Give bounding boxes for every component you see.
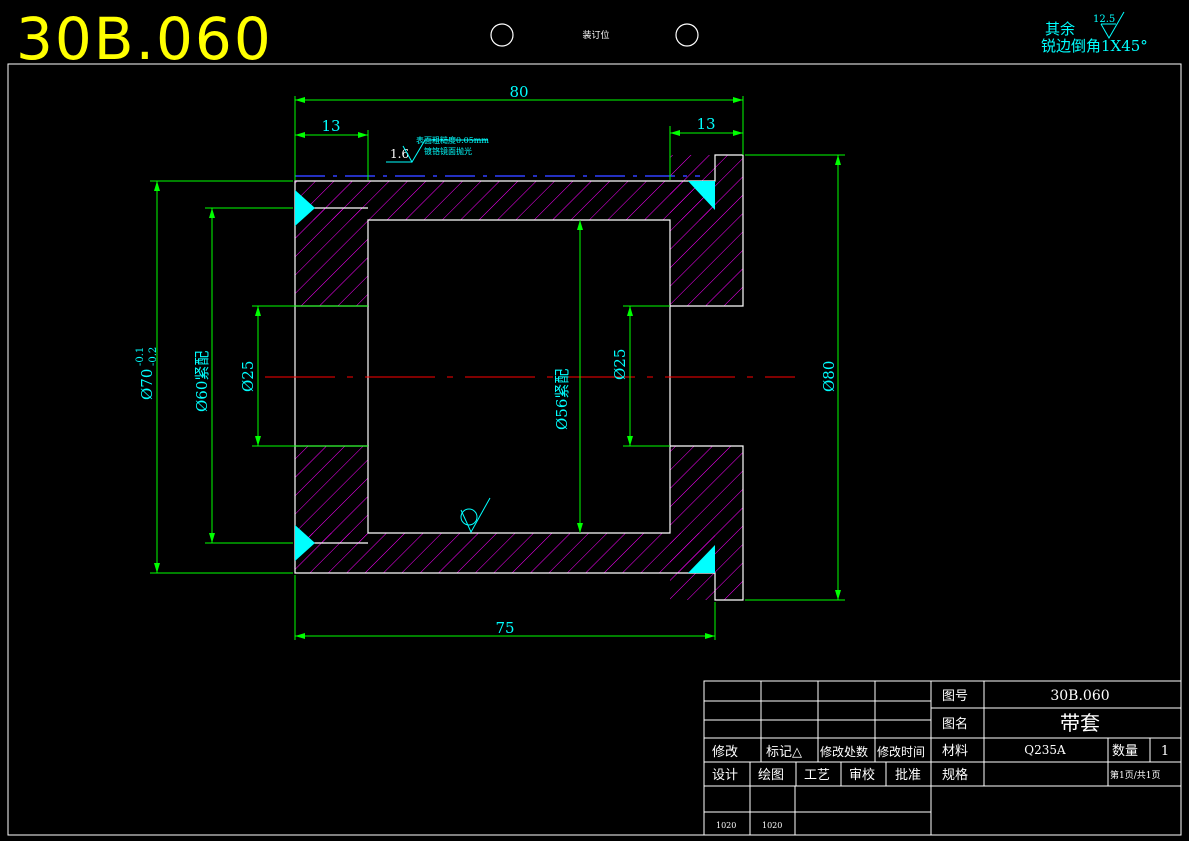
tb-material-label: 材料 [942,744,968,759]
dim-outer-tol-upper: -0.1 [135,347,146,366]
dim-right-flange: 13 [696,115,715,133]
binding-label: 装订位 [582,29,609,41]
dim-left-flange: 13 [321,117,340,135]
tb-mark-label: 标记△ [766,745,802,760]
hatch-right-upper [670,155,743,306]
tb-drawing-name-label: 图名 [942,716,968,732]
drawing-code-title: 30B.060 [16,5,273,73]
dim-outer-70: Ø70 [138,369,156,400]
part-section [265,154,795,601]
hatch-left-lower [295,446,368,543]
edge-chamfer-note: 锐边倒角1X45° [1041,37,1148,55]
dim-outer-tol-lower: -0.2 [148,347,159,366]
surface-roughness-value: 1.6 [390,147,409,161]
tb-drawing-no-label: 图号 [942,689,968,704]
tb-draw-label: 绘图 [758,768,784,783]
drawing-canvas: 装订位 其余 12.5 锐边倒角1X45° 80 13 13 75 Ø70 -0… [7,11,1182,836]
tb-design-label: 设计 [712,768,738,783]
tb-page-info: 第1页/共1页 [1110,769,1161,781]
binding-hole-left [490,23,514,47]
roughness-note-label: 其余 [1045,20,1075,38]
surface-note-line1: 表面粗糙度0.05mm [416,135,489,145]
tb-change-count-label: 修改处数 [820,744,868,759]
machining-symbol-icon [460,497,491,534]
dim-bore-25-right: Ø25 [611,349,629,380]
hatch-right-lower [670,446,743,600]
tb-change-label: 修改 [712,745,738,760]
hatch-left-upper [295,208,368,306]
tb-drawing-no: 30B.060 [1050,688,1109,704]
dim-bore-25-left: Ø25 [239,361,257,392]
roughness-note-value: 12.5 [1093,14,1115,25]
tb-approve-label: 批准 [895,768,921,783]
surface-note-line2: 镀铬镜面抛光 [424,146,472,156]
tb-quantity: 1 [1161,744,1169,759]
tb-review-label: 审校 [849,767,875,783]
drawing-frame [7,63,1182,836]
dim-bottom-length: 75 [495,619,514,637]
dim-flange-80: Ø80 [820,361,838,392]
dim-press-fit-60: Ø60紧配 [193,351,211,412]
tb-drawing-name: 带套 [1060,711,1100,735]
dim-press-fit-56: Ø56紧配 [553,369,571,430]
tb-quantity-label: 数量 [1112,744,1138,759]
tb-date-2: 1020 [762,821,782,830]
tb-process-label: 工艺 [804,768,830,783]
tb-spec-label: 规格 [942,767,968,783]
binding-hole-right [675,23,699,47]
dim-overall-length: 80 [509,83,528,101]
tb-date-1: 1020 [716,821,736,830]
tb-material: Q235A [1024,743,1066,757]
tb-change-time-label: 修改时间 [877,744,925,759]
